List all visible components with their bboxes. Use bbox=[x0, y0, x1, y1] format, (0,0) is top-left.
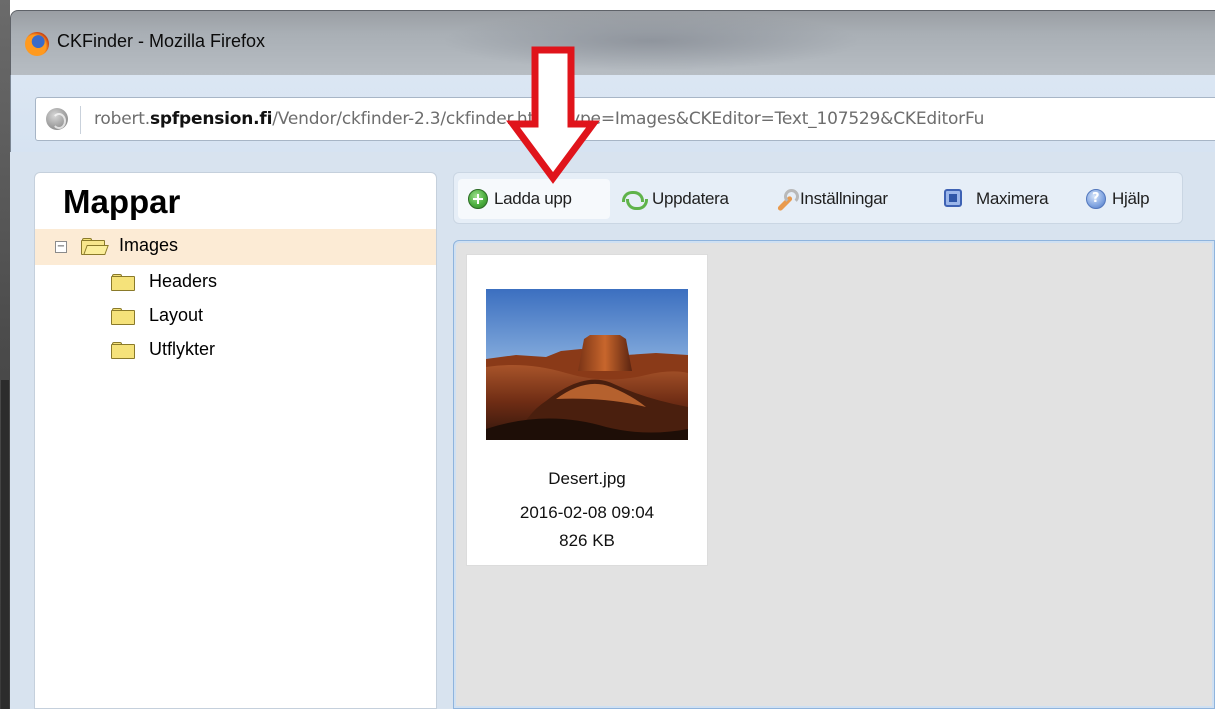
tree-item-label: Headers bbox=[149, 271, 218, 291]
folder-icon bbox=[111, 342, 135, 359]
url-path: /Vendor/ckfinder-2.3/ckfinder.html?type=… bbox=[272, 109, 985, 129]
maximize-icon bbox=[944, 189, 962, 207]
screen: { "window": { "title": "CKFinder - Mozil… bbox=[0, 0, 1215, 709]
file-size: 826 KB bbox=[559, 531, 615, 550]
collapse-toggle-icon[interactable]: − bbox=[55, 241, 67, 253]
address-bar-divider bbox=[80, 106, 81, 134]
url-domain: spfpension.fi bbox=[149, 109, 273, 129]
open-folder-icon bbox=[81, 238, 109, 255]
file-thumbnail[interactable] bbox=[486, 289, 688, 440]
window-left-edge bbox=[0, 0, 10, 709]
window-titlebar[interactable]: CKFinder - Mozilla Firefox bbox=[10, 10, 1215, 75]
file-name: Desert.jpg bbox=[548, 469, 626, 488]
help-icon bbox=[1086, 189, 1106, 209]
file-item[interactable]: Desert.jpg 2016-02-08 09:04 826 KB bbox=[466, 254, 708, 566]
settings-button[interactable]: Inställningar bbox=[770, 179, 930, 219]
folder-icon bbox=[111, 308, 135, 325]
window-title: CKFinder - Mozilla Firefox bbox=[57, 31, 266, 51]
site-identity-icon[interactable] bbox=[46, 108, 68, 130]
titlebar-glow bbox=[441, 11, 861, 71]
desert-thumbnail-image bbox=[486, 289, 688, 440]
help-button-label: Hjälp bbox=[1112, 189, 1150, 208]
wrench-icon bbox=[774, 189, 799, 209]
tree-item-utflykter[interactable]: Utflykter bbox=[35, 333, 436, 367]
tree-item-headers[interactable]: Headers bbox=[35, 265, 436, 299]
folder-icon bbox=[111, 274, 135, 291]
upload-button[interactable]: Ladda upp bbox=[458, 179, 610, 219]
folder-tree: − Images Headers Layout Utflykter bbox=[35, 229, 436, 367]
background-scrollbar bbox=[1, 380, 9, 709]
tree-item-label: Utflykter bbox=[149, 339, 216, 359]
help-button[interactable]: Hjälp bbox=[1082, 179, 1176, 219]
annotation-arrow bbox=[506, 46, 600, 184]
settings-button-label: Inställningar bbox=[800, 189, 888, 208]
file-date: 2016-02-08 09:04 bbox=[519, 503, 655, 522]
maximize-button[interactable]: Maximera bbox=[938, 179, 1074, 219]
refresh-button[interactable]: Uppdatera bbox=[616, 179, 762, 219]
add-circle-icon bbox=[468, 189, 488, 209]
tree-item-images[interactable]: − Images bbox=[35, 229, 436, 265]
refresh-button-label: Uppdatera bbox=[652, 189, 729, 208]
refresh-arrows-icon bbox=[622, 189, 648, 210]
url-prefix: robert. bbox=[94, 109, 150, 129]
firefox-logo-icon bbox=[25, 32, 49, 56]
maximize-button-label: Maximera bbox=[976, 189, 1049, 208]
tree-item-layout[interactable]: Layout bbox=[35, 299, 436, 333]
address-bar[interactable]: robert.spfpension.fi/Vendor/ckfinder-2.3… bbox=[35, 97, 1215, 141]
tree-item-label: Images bbox=[119, 235, 179, 255]
folders-panel-title: Mappar bbox=[63, 183, 181, 220]
tree-item-label: Layout bbox=[149, 305, 204, 325]
folders-panel: Mappar − Images Headers Layout Utflykter bbox=[34, 172, 437, 709]
upload-button-label: Ladda upp bbox=[494, 189, 572, 208]
